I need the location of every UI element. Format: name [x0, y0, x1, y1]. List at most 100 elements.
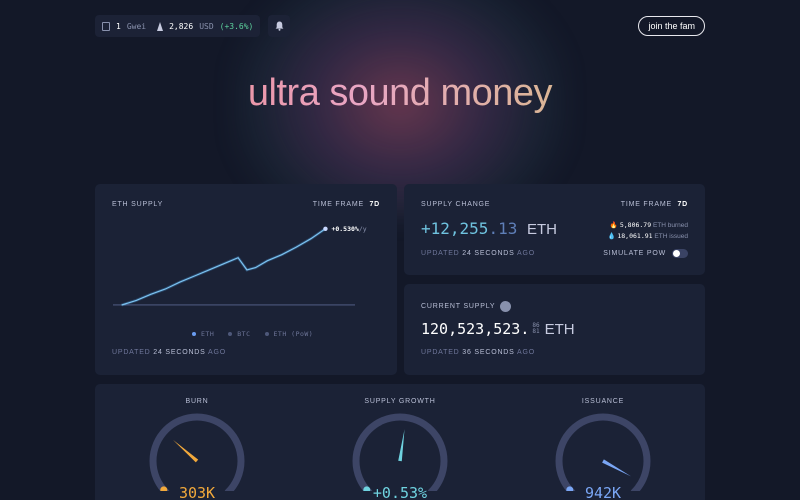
updated-prefix: UPDATED [421, 250, 460, 257]
legend-item-eth-pow[interactable]: ETH (PoW) [264, 330, 314, 338]
legend-item-btc[interactable]: BTC [228, 330, 250, 338]
current-supply-header: CURRENT SUPPLY [421, 301, 512, 312]
eth-series-point [246, 269, 248, 271]
droplet-icon: 💧 [607, 233, 616, 240]
gauge-value: 303K [178, 484, 216, 500]
eth-price-change: (+3.6%) [219, 21, 254, 31]
supply-change-unit: ETH [526, 221, 557, 238]
gauge-track [555, 413, 651, 491]
eth-supply-updated: UPDATED 24 SECONDS AGO [112, 349, 226, 356]
updated-suffix: AGO [208, 349, 226, 356]
eth-price: 2,826 [169, 21, 194, 31]
timeframe-label: TIME FRAME [312, 201, 364, 208]
updated-value: 24 SECONDS [153, 349, 206, 356]
current-supply-title: CURRENT SUPPLY [421, 303, 496, 310]
eth-series-point [135, 299, 137, 301]
issued-value: 18,061.91 [617, 232, 653, 240]
burn-issue-breakdown: 🔥 5,806.79 ETH burned 💧 18,061.91 ETH is… [607, 220, 688, 242]
supply-change-decimal: .13 [488, 219, 518, 238]
legend-dot [228, 332, 233, 336]
timeframe-label: TIME FRAME [620, 201, 672, 208]
issued-row: 💧 18,061.91 ETH issued [607, 231, 688, 242]
updated-value: 36 SECONDS [462, 349, 515, 356]
issued-label: ETH issued [654, 233, 688, 240]
supply-change-updated: UPDATED 24 SECONDS AGO [421, 250, 535, 257]
legend-label: ETH (PoW) [273, 330, 314, 338]
updated-value: 24 SECONDS [462, 250, 515, 257]
eth-series-point [255, 267, 257, 269]
eth-series-point [295, 246, 297, 248]
eth-series-point [121, 304, 123, 306]
legend-dot [192, 332, 196, 336]
gauge-track [149, 413, 245, 491]
eth-series-point [237, 257, 239, 259]
eth-supply-title: ETH SUPPLY [112, 201, 164, 208]
legend-label: ETH [201, 330, 215, 338]
eth-series-point [310, 238, 312, 240]
eth-icon [157, 21, 164, 31]
sound-icon[interactable] [500, 301, 512, 312]
issuance-gauge-dial [555, 413, 651, 491]
supply-change-card: SUPPLY CHANGE TIME FRAME 7d +12,255.13 E… [404, 184, 705, 275]
supply-change-title: SUPPLY CHANGE [421, 201, 491, 208]
gas-value: 1 [116, 21, 121, 31]
fire-icon: 🔥 [609, 222, 619, 229]
gauge-needle [398, 429, 405, 462]
eth-series-point [266, 260, 268, 262]
decimals-bottom: 81 [532, 328, 540, 335]
burned-row: 🔥 5,806.79 ETH burned [607, 220, 688, 231]
updated-suffix: AGO [517, 250, 535, 257]
eth-supply-card: ETH SUPPLY TIME FRAME 7d +0.530%/y ETH B… [95, 184, 397, 375]
timeframe-value: 7d [369, 201, 380, 208]
eth-supply-chart: +0.530%/y [113, 225, 367, 307]
gauge-value: 942K [584, 484, 622, 500]
current-supply-unit: ETH [544, 320, 575, 338]
current-supply-integer: 120,523,523. [421, 320, 530, 338]
burn-gauge-dial [149, 413, 245, 491]
current-supply-value: 120,523,523. 86 81 ETH [421, 320, 575, 338]
current-supply-updated: UPDATED 36 SECONDS AGO [421, 349, 535, 356]
eth-series-point [179, 281, 181, 283]
updated-prefix: UPDATED [421, 349, 460, 356]
legend-label: BTC [237, 330, 251, 338]
updated-prefix: UPDATED [112, 349, 151, 356]
bell-icon [275, 21, 284, 31]
join-the-fam-button[interactable]: join the fam [638, 16, 705, 36]
eth-series-line [121, 228, 326, 306]
gauges-card: BURN 303K SUPPLY GROWTH +0.53% ISSUANCE … [95, 384, 705, 500]
supply-change-integer: +12,255 [421, 219, 489, 238]
eth-series-end-point [323, 226, 328, 232]
top-bar: 1 Gwei 2,826 USD (+3.6%) join the fam [95, 15, 705, 37]
legend-item-eth[interactable]: ETH [192, 330, 214, 338]
price-pill[interactable]: 1 Gwei 2,826 USD (+3.6%) [95, 15, 261, 37]
gauge-label: BURN [185, 398, 209, 405]
simulate-pow-control: SIMULATE PoW [603, 249, 688, 258]
gauge-value: +0.53% [372, 484, 428, 500]
gas-pump-icon [102, 21, 110, 31]
simulate-pow-toggle[interactable] [672, 249, 688, 258]
supply-growth-gauge: SUPPLY GROWTH +0.53% [350, 398, 450, 500]
notifications-button[interactable] [268, 15, 291, 37]
current-supply-decimals: 86 81 [532, 323, 539, 335]
gauge-needle [172, 439, 199, 463]
issuance-gauge: ISSUANCE 942K [553, 398, 653, 500]
timeframe-value: 7d [677, 201, 688, 208]
gauge-label: SUPPLY GROWTH [364, 398, 436, 405]
hero-title: ultra sound money [0, 72, 800, 115]
burn-gauge: BURN 303K [147, 398, 247, 500]
burned-label: ETH burned [652, 222, 688, 229]
legend-dot [264, 332, 269, 336]
eth-series-point [223, 263, 224, 265]
eth-end-label: +0.530%/y [331, 225, 366, 233]
eth-price-unit: USD [199, 21, 214, 31]
gas-unit: Gwei [126, 21, 147, 31]
chart-legend: ETH BTC ETH (PoW) [192, 330, 313, 338]
timeframe-selector[interactable]: TIME FRAME 7d [313, 201, 380, 208]
simulate-pow-label: SIMULATE PoW [603, 250, 666, 257]
eth-series-point [208, 269, 210, 271]
supply-change-timeframe-selector[interactable]: TIME FRAME 7d [621, 201, 688, 208]
supply-change-value: +12,255.13 ETH [421, 219, 557, 238]
supply-growth-gauge-dial [352, 413, 448, 491]
eth-series-point [194, 275, 195, 277]
updated-suffix: AGO [517, 349, 535, 356]
